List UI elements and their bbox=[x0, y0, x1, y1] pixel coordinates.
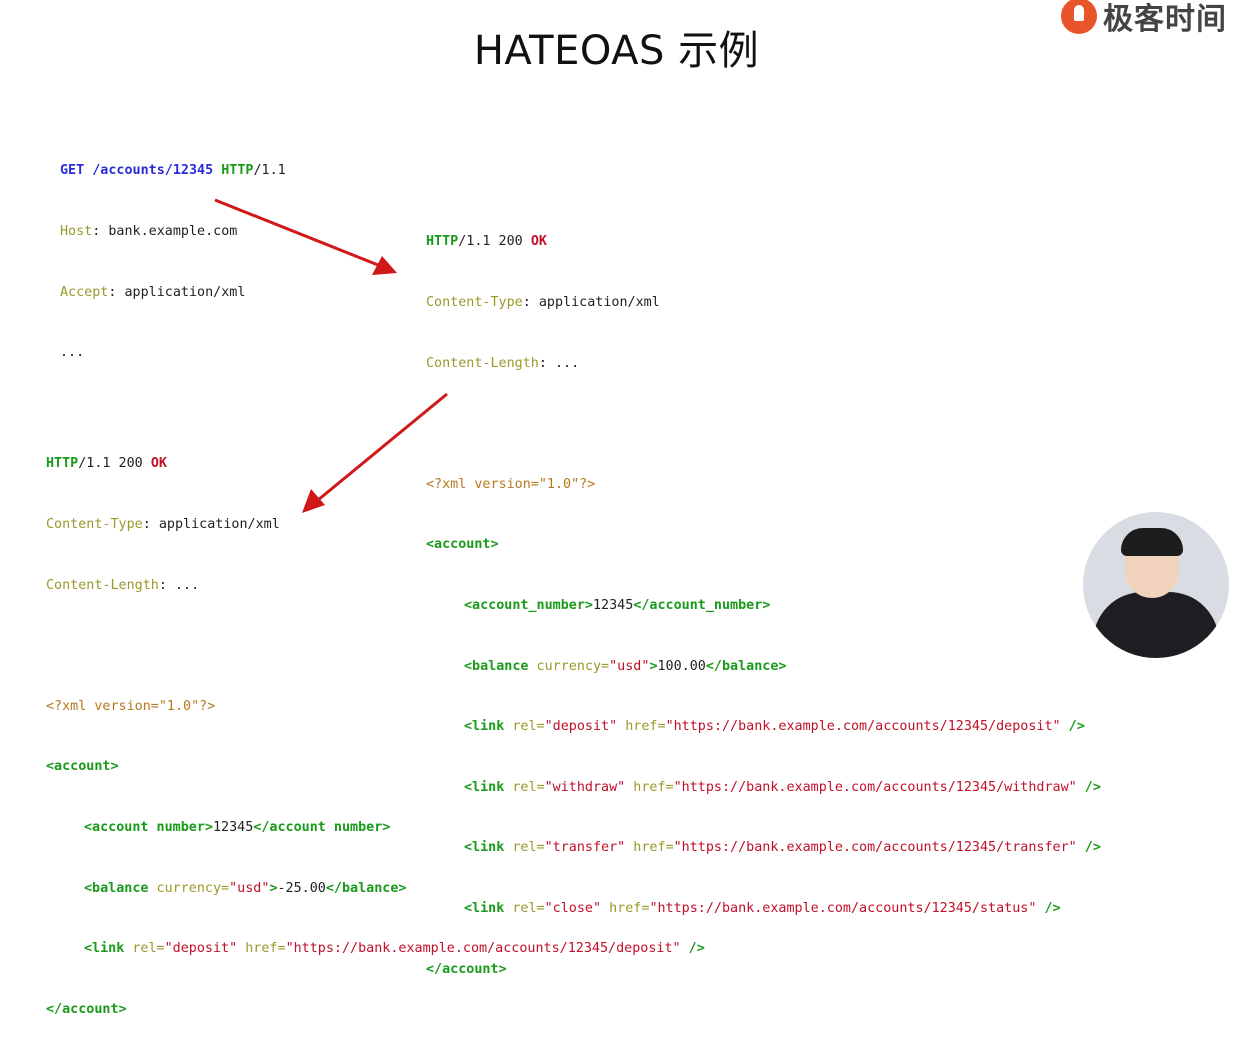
link-element: <link rel="deposit" href="https://bank.e… bbox=[84, 941, 705, 957]
arrow-request-to-response bbox=[214, 198, 397, 275]
arrow-response-to-next-state bbox=[302, 392, 448, 513]
xml-declaration: <?xml version="1.0"?> bbox=[46, 698, 216, 714]
account-close-tag: </account> bbox=[46, 1001, 127, 1017]
account-open-tag: <account> bbox=[46, 759, 119, 775]
presenter-video bbox=[1083, 512, 1229, 658]
account-number-element: <account number>12345</account number> bbox=[84, 819, 391, 835]
balance-element: <balance currency="usd">-25.00</balance> bbox=[84, 880, 407, 896]
flow-arrows bbox=[214, 198, 448, 513]
